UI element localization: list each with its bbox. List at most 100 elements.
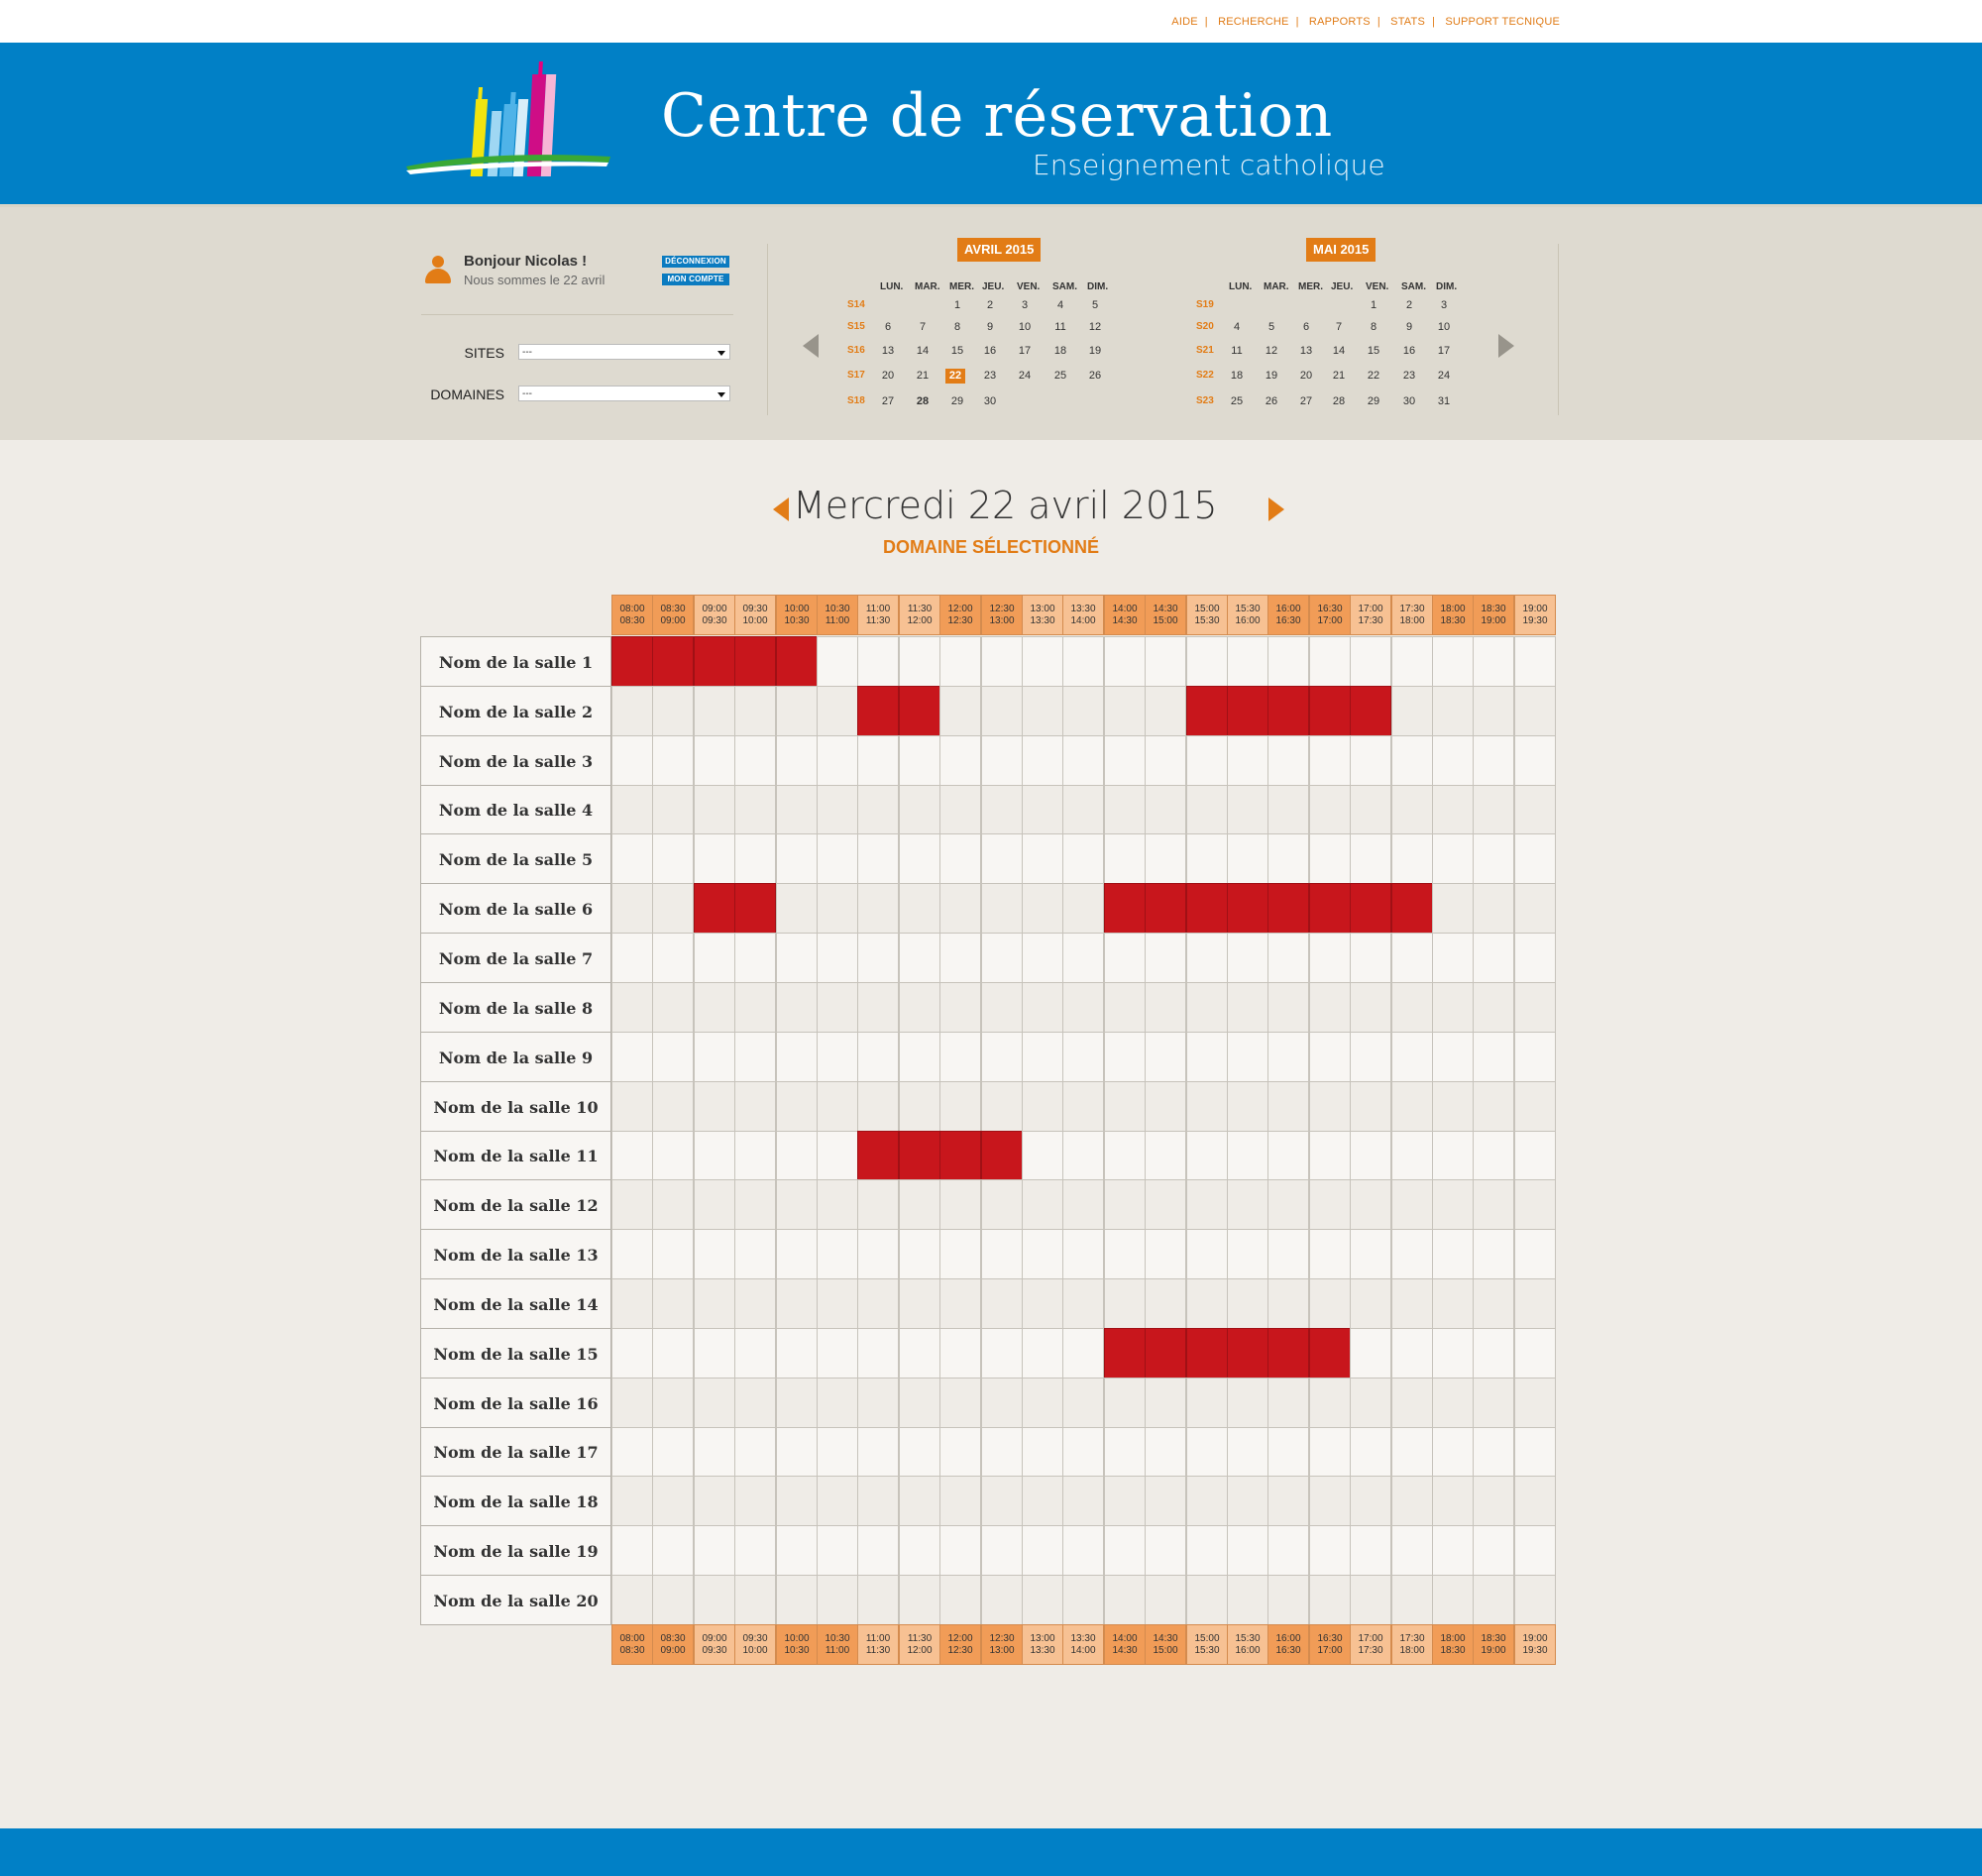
calendar-day[interactable]: 7 [1327, 321, 1351, 333]
free-slot[interactable] [1022, 1229, 1063, 1279]
room-name[interactable]: Nom de la salle 3 [420, 735, 611, 786]
free-slot[interactable] [1350, 1476, 1391, 1526]
free-slot[interactable] [652, 1081, 694, 1132]
free-slot[interactable] [857, 933, 899, 983]
free-slot[interactable] [899, 636, 940, 687]
free-slot[interactable] [652, 1575, 694, 1625]
week-number[interactable]: S22 [1196, 370, 1214, 381]
free-slot[interactable] [1514, 1427, 1556, 1477]
free-slot[interactable] [776, 1081, 818, 1132]
free-slot[interactable] [611, 833, 653, 884]
booked-slot[interactable] [1227, 1328, 1268, 1379]
booked-slot[interactable] [734, 883, 776, 934]
week-number[interactable]: S23 [1196, 395, 1214, 406]
booked-slot[interactable] [776, 636, 818, 687]
free-slot[interactable] [652, 1328, 694, 1379]
free-slot[interactable] [694, 1131, 735, 1180]
free-slot[interactable] [652, 1229, 694, 1279]
free-slot[interactable] [1186, 1476, 1228, 1526]
calendar-day[interactable]: 28 [1327, 395, 1351, 407]
free-slot[interactable] [981, 833, 1023, 884]
free-slot[interactable] [734, 1131, 776, 1180]
free-slot[interactable] [652, 686, 694, 736]
free-slot[interactable] [981, 785, 1023, 834]
booked-slot[interactable] [611, 636, 653, 687]
free-slot[interactable] [776, 785, 818, 834]
free-slot[interactable] [1473, 1081, 1514, 1132]
free-slot[interactable] [734, 1525, 776, 1576]
free-slot[interactable] [1350, 1081, 1391, 1132]
room-name[interactable]: Nom de la salle 14 [420, 1278, 611, 1329]
free-slot[interactable] [1062, 982, 1104, 1033]
free-slot[interactable] [1062, 833, 1104, 884]
free-slot[interactable] [1309, 1427, 1351, 1477]
free-slot[interactable] [1022, 1427, 1063, 1477]
free-slot[interactable] [1227, 735, 1268, 786]
free-slot[interactable] [1473, 1179, 1514, 1230]
free-slot[interactable] [1145, 833, 1186, 884]
free-slot[interactable] [1391, 1328, 1433, 1379]
free-slot[interactable] [939, 686, 981, 736]
free-slot[interactable] [1104, 1179, 1146, 1230]
free-slot[interactable] [776, 1427, 818, 1477]
free-slot[interactable] [734, 833, 776, 884]
free-slot[interactable] [776, 1032, 818, 1082]
calendar-day[interactable]: 20 [1294, 370, 1318, 382]
free-slot[interactable] [1267, 933, 1309, 983]
free-slot[interactable] [1267, 1575, 1309, 1625]
free-slot[interactable] [817, 1476, 858, 1526]
free-slot[interactable] [857, 735, 899, 786]
free-slot[interactable] [817, 883, 858, 934]
room-name[interactable]: Nom de la salle 18 [420, 1476, 611, 1526]
room-name[interactable]: Nom de la salle 19 [420, 1525, 611, 1576]
free-slot[interactable] [939, 1575, 981, 1625]
free-slot[interactable] [694, 785, 735, 834]
calendar-day[interactable]: 19 [1083, 345, 1107, 357]
booked-slot[interactable] [1186, 1328, 1228, 1379]
free-slot[interactable] [1104, 933, 1146, 983]
booked-slot[interactable] [652, 636, 694, 687]
free-slot[interactable] [1309, 735, 1351, 786]
free-slot[interactable] [1391, 1179, 1433, 1230]
booked-slot[interactable] [1267, 883, 1309, 934]
free-slot[interactable] [1432, 1278, 1474, 1329]
free-slot[interactable] [1350, 1427, 1391, 1477]
free-slot[interactable] [1350, 1032, 1391, 1082]
calendar-day[interactable]: 30 [978, 395, 1002, 407]
free-slot[interactable] [734, 1328, 776, 1379]
calendar-day[interactable]: 16 [978, 345, 1002, 357]
free-slot[interactable] [939, 1229, 981, 1279]
free-slot[interactable] [981, 1179, 1023, 1230]
room-name[interactable]: Nom de la salle 5 [420, 833, 611, 884]
free-slot[interactable] [1062, 1131, 1104, 1180]
calendar-day[interactable]: 13 [876, 345, 900, 357]
booked-slot[interactable] [1104, 1328, 1146, 1379]
calendar-day[interactable]: 2 [978, 299, 1002, 311]
free-slot[interactable] [1391, 933, 1433, 983]
free-slot[interactable] [1391, 1032, 1433, 1082]
free-slot[interactable] [1350, 1378, 1391, 1428]
free-slot[interactable] [694, 1575, 735, 1625]
free-slot[interactable] [1104, 1525, 1146, 1576]
booked-slot[interactable] [1227, 686, 1268, 736]
free-slot[interactable] [694, 1229, 735, 1279]
free-slot[interactable] [776, 686, 818, 736]
free-slot[interactable] [1104, 735, 1146, 786]
free-slot[interactable] [817, 1575, 858, 1625]
free-slot[interactable] [1186, 1229, 1228, 1279]
calendar-day[interactable]: 18 [1225, 370, 1249, 382]
link-recherche[interactable]: RECHERCHE [1218, 16, 1288, 28]
free-slot[interactable] [899, 1525, 940, 1576]
free-slot[interactable] [1186, 1032, 1228, 1082]
free-slot[interactable] [817, 785, 858, 834]
free-slot[interactable] [1062, 1575, 1104, 1625]
free-slot[interactable] [981, 1081, 1023, 1132]
room-name[interactable]: Nom de la salle 11 [420, 1131, 611, 1180]
free-slot[interactable] [1432, 1229, 1474, 1279]
free-slot[interactable] [1227, 1229, 1268, 1279]
free-slot[interactable] [1473, 1427, 1514, 1477]
free-slot[interactable] [1062, 1081, 1104, 1132]
free-slot[interactable] [652, 1378, 694, 1428]
free-slot[interactable] [1473, 1032, 1514, 1082]
free-slot[interactable] [817, 686, 858, 736]
